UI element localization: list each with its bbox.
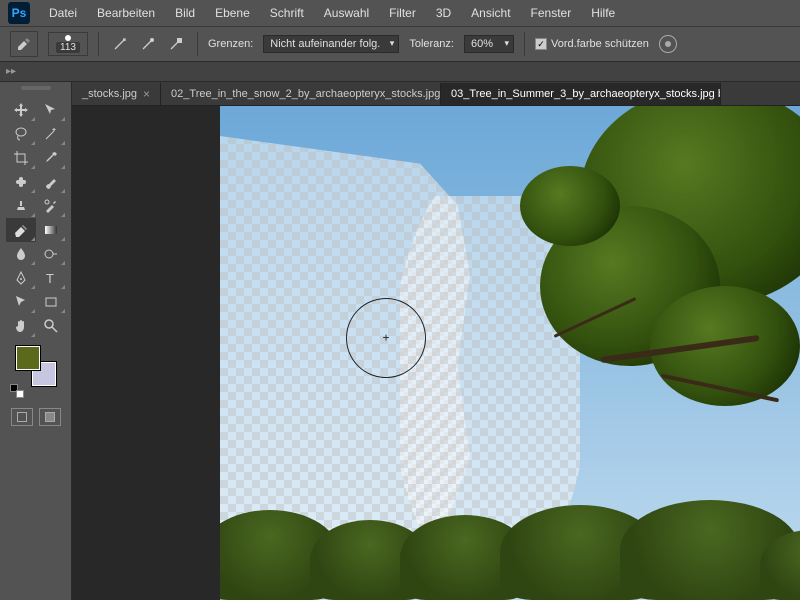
menu-select[interactable]: Auswahl xyxy=(315,2,378,24)
hand-tool[interactable] xyxy=(6,314,36,338)
divider xyxy=(98,32,99,56)
healing-brush-tool[interactable] xyxy=(6,170,36,194)
toolbox-handle[interactable] xyxy=(6,86,66,94)
document-tab[interactable]: 02_Tree_in_the_snow_2_by_archaeopteryx_s… xyxy=(161,83,441,105)
lasso-tool[interactable] xyxy=(6,122,36,146)
limits-select[interactable]: Nicht aufeinander folg. xyxy=(263,35,399,53)
pressure-target-icon[interactable] xyxy=(659,35,677,53)
brush-preview-dot xyxy=(65,35,71,41)
sampling-swatch-icon[interactable] xyxy=(165,33,187,55)
menu-file[interactable]: Datei xyxy=(40,2,86,24)
pen-tool[interactable] xyxy=(6,266,36,290)
move-tool[interactable] xyxy=(6,98,36,122)
brush-size-value: 113 xyxy=(56,42,80,53)
clone-stamp-tool[interactable] xyxy=(6,194,36,218)
brush-preset-picker[interactable]: 113 xyxy=(48,32,88,56)
protect-foreground-checkbox[interactable]: ✓ Vord.farbe schützen xyxy=(535,38,649,50)
menu-view[interactable]: Ansicht xyxy=(462,2,519,24)
workspace: T _stocks.jpg × 02_Tree_in_the_snow_2_by_… xyxy=(0,82,800,600)
document-tab[interactable]: 03_Tree_in_Summer_3_by_archaeopteryx_sto… xyxy=(441,83,721,105)
menu-image[interactable]: Bild xyxy=(166,2,204,24)
image-bushes xyxy=(220,510,800,600)
tool-preset-picker[interactable] xyxy=(10,31,38,57)
divider xyxy=(524,32,525,56)
gradient-tool[interactable] xyxy=(36,218,66,242)
menu-layer[interactable]: Ebene xyxy=(206,2,259,24)
artboard-tool[interactable] xyxy=(36,98,66,122)
menu-type[interactable]: Schrift xyxy=(261,2,313,24)
document-tab[interactable]: _stocks.jpg × xyxy=(72,83,161,105)
menu-3d[interactable]: 3D xyxy=(427,2,460,24)
options-bar: 113 Grenzen: Nicht aufeinander folg. Tol… xyxy=(0,26,800,62)
tolerance-input[interactable]: 60% xyxy=(464,35,514,53)
menu-edit[interactable]: Bearbeiten xyxy=(88,2,164,24)
history-brush-tool[interactable] xyxy=(36,194,66,218)
toolbox: T xyxy=(0,82,72,600)
blur-tool[interactable] xyxy=(6,242,36,266)
brush-cursor xyxy=(346,298,426,378)
eyedropper-tool[interactable] xyxy=(36,146,66,170)
crop-tool[interactable] xyxy=(6,146,36,170)
brush-tool[interactable] xyxy=(36,170,66,194)
protect-foreground-label: Vord.farbe schützen xyxy=(551,38,649,50)
default-colors-icon[interactable] xyxy=(10,384,24,398)
divider xyxy=(197,32,198,56)
tolerance-label: Toleranz: xyxy=(409,38,454,50)
foreground-color[interactable] xyxy=(16,346,40,370)
standard-mode-icon[interactable] xyxy=(11,408,33,426)
menu-help[interactable]: Hilfe xyxy=(582,2,624,24)
quickmask-mode-icon[interactable] xyxy=(39,408,61,426)
sampling-continuous-icon[interactable] xyxy=(109,33,131,55)
canvas[interactable] xyxy=(220,106,800,600)
color-swatches[interactable] xyxy=(16,346,56,386)
document-area: _stocks.jpg × 02_Tree_in_the_snow_2_by_ar… xyxy=(72,82,800,600)
close-icon[interactable]: × xyxy=(143,87,150,101)
tab-label: 03_Tree_in_Summer_3_by_archaeopteryx_sto… xyxy=(451,88,721,100)
document-tabs: _stocks.jpg × 02_Tree_in_the_snow_2_by_ar… xyxy=(72,82,800,106)
type-tool[interactable]: T xyxy=(36,266,66,290)
limits-label: Grenzen: xyxy=(208,38,253,50)
menu-filter[interactable]: Filter xyxy=(380,2,425,24)
tab-label: _stocks.jpg xyxy=(82,88,137,100)
background-eraser-icon xyxy=(16,36,32,52)
checkbox-mark: ✓ xyxy=(535,38,547,50)
sub-toolbar: ▸▸ xyxy=(0,62,800,82)
image-tree xyxy=(460,106,800,506)
eraser-tool[interactable] xyxy=(6,218,36,242)
sampling-once-icon[interactable] xyxy=(137,33,159,55)
panel-toggle-icon[interactable]: ▸▸ xyxy=(6,66,16,77)
menu-bar: Ps Datei Bearbeiten Bild Ebene Schrift A… xyxy=(0,0,800,26)
app-logo: Ps xyxy=(8,2,30,24)
dodge-tool[interactable] xyxy=(36,242,66,266)
canvas-padding xyxy=(72,106,220,600)
menu-window[interactable]: Fenster xyxy=(522,2,581,24)
svg-text:T: T xyxy=(46,271,54,286)
rectangle-tool[interactable] xyxy=(36,290,66,314)
path-select-tool[interactable] xyxy=(6,290,36,314)
tab-label: 02_Tree_in_the_snow_2_by_archaeopteryx_s… xyxy=(171,88,440,100)
canvas-viewport[interactable] xyxy=(72,106,800,600)
magic-wand-tool[interactable] xyxy=(36,122,66,146)
zoom-tool[interactable] xyxy=(36,314,66,338)
